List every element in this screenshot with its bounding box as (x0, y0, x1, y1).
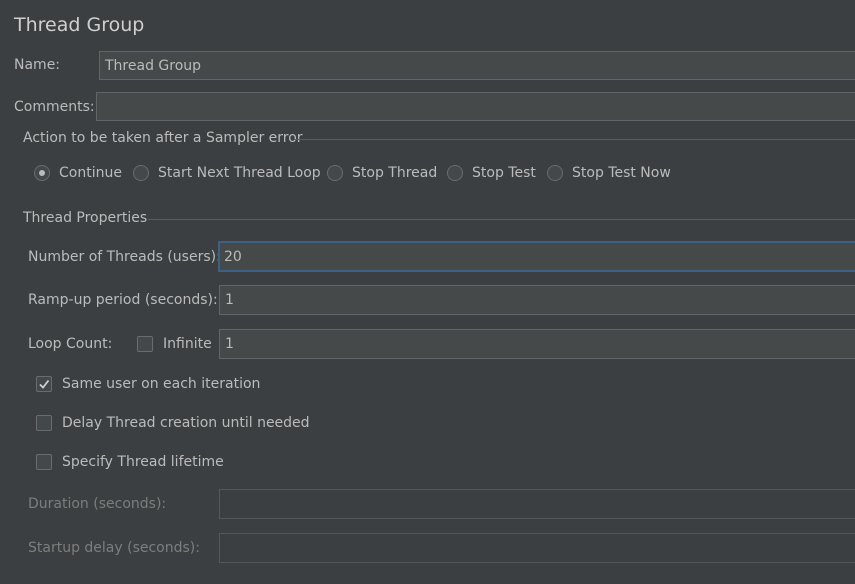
duration-label: Duration (seconds): (28, 496, 167, 512)
radio-continue-label: Continue (59, 165, 122, 181)
specify-lifetime-checkbox-row[interactable]: Specify Thread lifetime (36, 454, 224, 470)
delay-creation-checkbox-label: Delay Thread creation until needed (62, 415, 310, 431)
same-user-checkbox-row[interactable]: Same user on each iteration (36, 376, 260, 392)
same-user-checkbox[interactable] (36, 376, 52, 392)
thread-properties-group-divider (148, 219, 855, 220)
infinite-checkbox-label: Infinite (163, 336, 212, 352)
num-threads-input[interactable]: 20 (218, 241, 855, 272)
name-input[interactable]: Thread Group (99, 51, 855, 80)
radio-start-next-thread-loop[interactable]: Start Next Thread Loop (133, 165, 321, 181)
radio-stop-test-now-label: Stop Test Now (572, 165, 671, 181)
comments-input[interactable] (96, 92, 855, 121)
same-user-checkbox-label: Same user on each iteration (62, 376, 261, 392)
radio-stop-thread-circle[interactable] (327, 165, 343, 181)
name-label: Name: (14, 57, 61, 73)
ramp-up-input-value: 1 (225, 292, 234, 308)
radio-start-next-thread-loop-label: Start Next Thread Loop (158, 165, 321, 181)
name-input-value: Thread Group (105, 57, 202, 74)
startup-delay-input[interactable] (219, 533, 855, 563)
delay-creation-checkbox-row[interactable]: Delay Thread creation until needed (36, 415, 310, 431)
specify-lifetime-checkbox-label: Specify Thread lifetime (62, 454, 224, 470)
radio-continue-circle[interactable] (34, 165, 50, 181)
loop-count-input[interactable]: 1 (219, 329, 855, 359)
radio-stop-test-now-circle[interactable] (547, 165, 563, 181)
infinite-checkbox-row[interactable]: Infinite (137, 336, 212, 352)
infinite-checkbox[interactable] (137, 336, 153, 352)
radio-stop-thread-label: Stop Thread (352, 165, 438, 181)
thread-properties-group-title: Thread Properties (23, 210, 148, 226)
comments-label: Comments: (14, 99, 95, 115)
check-icon (39, 379, 50, 389)
delay-creation-checkbox[interactable] (36, 415, 52, 431)
radio-stop-thread[interactable]: Stop Thread (327, 165, 437, 181)
radio-stop-test-now[interactable]: Stop Test Now (547, 165, 671, 181)
num-threads-label: Number of Threads (users): (28, 249, 221, 265)
radio-start-next-thread-loop-circle[interactable] (133, 165, 149, 181)
specify-lifetime-checkbox[interactable] (36, 454, 52, 470)
num-threads-input-value: 20 (224, 248, 242, 265)
loop-count-label: Loop Count: (28, 336, 113, 352)
radio-continue[interactable]: Continue (34, 165, 122, 181)
duration-input[interactable] (219, 489, 855, 519)
startup-delay-label: Startup delay (seconds): (28, 540, 200, 556)
radio-selected-dot (39, 170, 45, 176)
panel-title: Thread Group (14, 14, 145, 36)
ramp-up-label: Ramp-up period (seconds): (28, 292, 218, 308)
radio-stop-test[interactable]: Stop Test (447, 165, 536, 181)
ramp-up-input[interactable]: 1 (219, 285, 855, 315)
sampler-error-group-divider (294, 139, 855, 140)
loop-count-input-value: 1 (225, 336, 234, 352)
radio-stop-test-label: Stop Test (472, 165, 536, 181)
sampler-error-group-title: Action to be taken after a Sampler error (23, 130, 303, 146)
radio-stop-test-circle[interactable] (447, 165, 463, 181)
